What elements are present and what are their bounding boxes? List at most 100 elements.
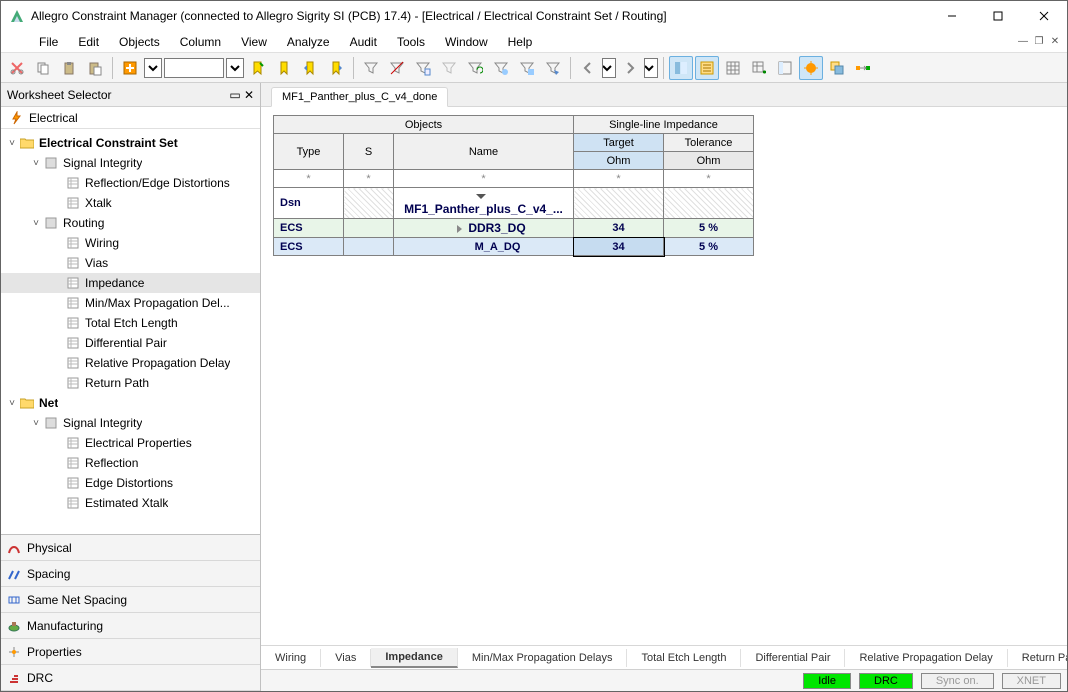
expand-icon[interactable]: [118, 56, 142, 80]
tree-item-impedance[interactable]: Impedance: [1, 273, 260, 293]
col-target-unit[interactable]: Ohm: [574, 152, 664, 170]
view-mode-b-icon[interactable]: [695, 56, 719, 80]
domain-manufacturing[interactable]: Manufacturing: [1, 613, 260, 639]
selected-cell[interactable]: 34: [574, 238, 664, 256]
view-mode-a-icon[interactable]: [669, 56, 693, 80]
copy-icon[interactable]: [31, 56, 55, 80]
nav-back-icon[interactable]: [576, 56, 600, 80]
tree-item[interactable]: Estimated Xtalk: [1, 493, 260, 513]
menu-window[interactable]: Window: [435, 33, 498, 51]
menu-file[interactable]: File: [29, 33, 68, 51]
tree-item[interactable]: Wiring: [1, 233, 260, 253]
tree-item[interactable]: Relative Propagation Delay: [1, 353, 260, 373]
worksheet-top-tab[interactable]: MF1_Panther_plus_C_v4_done: [271, 87, 448, 107]
tree-item[interactable]: Min/Max Propagation Del...: [1, 293, 260, 313]
toolbar-dropdown-1[interactable]: [144, 58, 162, 78]
dock-float-icon[interactable]: ▭: [228, 88, 242, 102]
grid-b-icon[interactable]: [773, 56, 797, 80]
paste-special-icon[interactable]: [83, 56, 107, 80]
worksheet-tree[interactable]: ˅Electrical Constraint Set ˅Signal Integ…: [1, 129, 260, 534]
col-s[interactable]: S: [344, 134, 394, 170]
expand-icon[interactable]: [457, 225, 462, 233]
close-button[interactable]: [1021, 1, 1067, 31]
domain-same-net-spacing[interactable]: Same Net Spacing: [1, 587, 260, 613]
filter-variant-a-icon[interactable]: [489, 56, 513, 80]
mdi-close-icon[interactable]: ✕: [1047, 33, 1063, 49]
grid-add-icon[interactable]: [747, 56, 771, 80]
tree-net-si[interactable]: ˅Signal Integrity: [1, 413, 260, 433]
nav-forward-dropdown[interactable]: [644, 58, 658, 78]
table-row-ecs-selected[interactable]: ECS M_A_DQ 34 5 %: [274, 238, 754, 256]
spark-icon[interactable]: [799, 56, 823, 80]
domain-drc[interactable]: DRC: [1, 665, 260, 691]
bookmark-prev-icon[interactable]: [298, 56, 322, 80]
tree-item[interactable]: Return Path: [1, 373, 260, 393]
grid-a-icon[interactable]: [721, 56, 745, 80]
tree-item[interactable]: Total Etch Length: [1, 313, 260, 333]
tree-item[interactable]: Xtalk: [1, 193, 260, 213]
tree-net[interactable]: ˅Net: [1, 393, 260, 413]
bottom-tab[interactable]: Vias: [321, 649, 371, 667]
bottom-tab[interactable]: Min/Max Propagation Delays: [458, 649, 628, 667]
layout-icon[interactable]: [825, 56, 849, 80]
flow-icon[interactable]: [851, 56, 875, 80]
worksheet-body[interactable]: Objects Single-line Impedance Type S Nam…: [261, 107, 1067, 645]
col-tolerance-unit[interactable]: Ohm: [664, 152, 754, 170]
tree-item[interactable]: Reflection: [1, 453, 260, 473]
menu-column[interactable]: Column: [170, 33, 231, 51]
collapse-icon[interactable]: [476, 194, 486, 199]
tree-item[interactable]: Electrical Properties: [1, 433, 260, 453]
nav-forward-icon[interactable]: [618, 56, 642, 80]
col-type[interactable]: Type: [274, 134, 344, 170]
col-tolerance[interactable]: Tolerance: [664, 134, 754, 152]
bookmark-add-icon[interactable]: [246, 56, 270, 80]
menu-objects[interactable]: Objects: [109, 33, 170, 51]
menu-analyze[interactable]: Analyze: [277, 33, 340, 51]
domain-spacing[interactable]: Spacing: [1, 561, 260, 587]
mdi-restore-icon[interactable]: ❐: [1031, 33, 1047, 49]
table-row-ecs[interactable]: ECS DDR3_DQ 34 5 %: [274, 219, 754, 238]
filter-icon[interactable]: [359, 56, 383, 80]
minimize-button[interactable]: [929, 1, 975, 31]
bottom-tab[interactable]: Differential Pair: [741, 649, 845, 667]
status-xnet[interactable]: XNET: [1002, 673, 1061, 689]
tree-item[interactable]: Differential Pair: [1, 333, 260, 353]
domain-properties[interactable]: Properties: [1, 639, 260, 665]
tree-ecs-si[interactable]: ˅Signal Integrity: [1, 153, 260, 173]
maximize-button[interactable]: [975, 1, 1021, 31]
mdi-minimize-icon[interactable]: —: [1015, 33, 1031, 49]
bottom-tab[interactable]: Return Path: [1008, 649, 1067, 667]
cut-icon[interactable]: [5, 56, 29, 80]
filter-column-icon[interactable]: [411, 56, 435, 80]
tree-item[interactable]: Edge Distortions: [1, 473, 260, 493]
tree-ecs-routing[interactable]: ˅Routing: [1, 213, 260, 233]
filter-off-icon[interactable]: [437, 56, 461, 80]
col-group-impedance[interactable]: Single-line Impedance: [574, 116, 754, 134]
col-name[interactable]: Name: [394, 134, 574, 170]
tree-item[interactable]: Vias: [1, 253, 260, 273]
menu-edit[interactable]: Edit: [68, 33, 109, 51]
bottom-tab[interactable]: Wiring: [261, 649, 321, 667]
col-target[interactable]: Target: [574, 134, 664, 152]
bookmark-icon[interactable]: [272, 56, 296, 80]
menu-view[interactable]: View: [231, 33, 277, 51]
paste-icon[interactable]: [57, 56, 81, 80]
menu-audit[interactable]: Audit: [340, 33, 387, 51]
menu-tools[interactable]: Tools: [387, 33, 435, 51]
tree-ecs[interactable]: ˅Electrical Constraint Set: [1, 133, 260, 153]
bottom-tab[interactable]: Total Etch Length: [627, 649, 741, 667]
filter-row[interactable]: *****: [274, 170, 754, 188]
toolbar-dropdown-2[interactable]: [226, 58, 244, 78]
bottom-tab-active[interactable]: Impedance: [371, 648, 457, 668]
nav-back-dropdown[interactable]: [602, 58, 616, 78]
filter-variant-b-icon[interactable]: [515, 56, 539, 80]
pane-close-icon[interactable]: ✕: [242, 88, 256, 102]
domain-electrical-header[interactable]: Electrical: [1, 107, 260, 129]
table-row-dsn[interactable]: Dsn MF1_Panther_plus_C_v4_...: [274, 188, 754, 219]
toolbar-combobox[interactable]: [164, 58, 224, 78]
filter-variant-c-icon[interactable]: [541, 56, 565, 80]
filter-clear-icon[interactable]: [385, 56, 409, 80]
menu-help[interactable]: Help: [498, 33, 543, 51]
filter-reset-icon[interactable]: [463, 56, 487, 80]
bookmark-next-icon[interactable]: [324, 56, 348, 80]
